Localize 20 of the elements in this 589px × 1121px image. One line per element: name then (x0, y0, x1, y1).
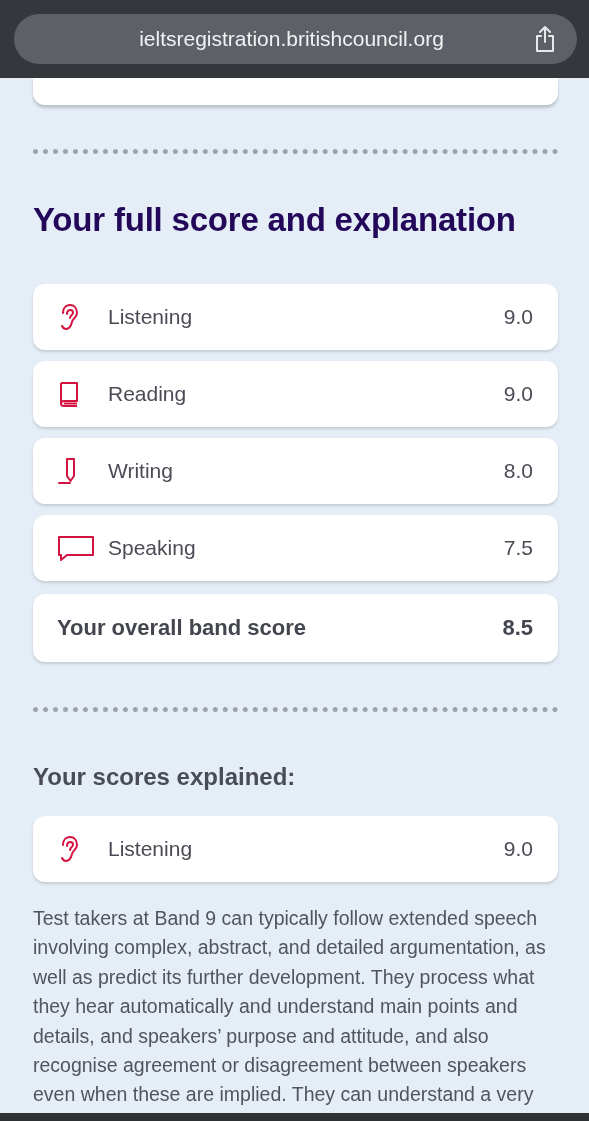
speech-bubble-icon (57, 534, 95, 562)
skill-label: Reading (108, 382, 188, 406)
skill-score: 7.5 (503, 536, 533, 560)
skill-score: 9.0 (503, 305, 533, 329)
url-text: ieltsregistration.britishcouncil.org (139, 27, 444, 51)
explanation-paragraph: Test takers at Band 9 can typically follow extended speech involving complex, abstract, and detailed argumentation, as well as predict its further development. They process what they hear automatically and understand main points and details, and speakers’ purpose and attitude, and also recognise agreement or disagreement between speakers even when these are implied. They can understand a very (33, 906, 547, 1108)
address-bar[interactable]: ieltsregistration.britishcouncil.org (14, 14, 577, 64)
skill-score: 8.0 (503, 459, 533, 483)
skill-label: Speaking (108, 536, 197, 560)
skill-label: Listening (108, 305, 194, 329)
book-icon (57, 380, 81, 408)
section-heading: Your scores explained: (33, 762, 297, 792)
skill-label: Listening (108, 837, 194, 861)
skill-score: 9.0 (503, 382, 533, 406)
overall-score: 8.5 (502, 615, 533, 641)
share-icon[interactable] (533, 25, 557, 53)
overall-label: Your overall band score (57, 615, 307, 641)
section-heading: Your full score and explanation (33, 200, 517, 240)
skill-label: Writing (108, 459, 174, 483)
skill-score: 9.0 (503, 837, 533, 861)
